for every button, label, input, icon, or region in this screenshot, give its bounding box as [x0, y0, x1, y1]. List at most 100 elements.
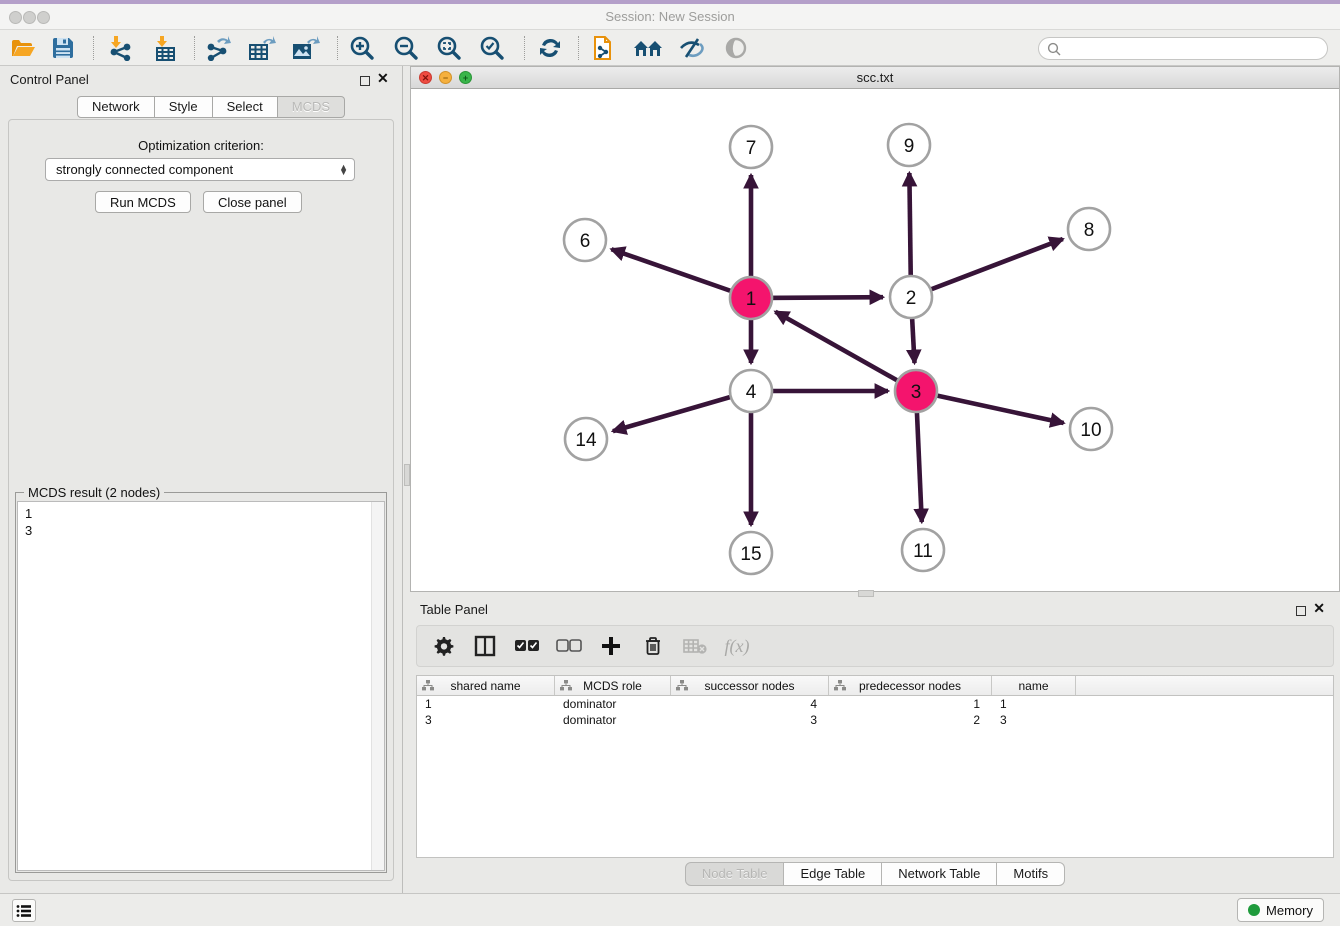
- optimization-criterion-label: Optimization criterion:: [9, 138, 393, 153]
- window-zoom-button[interactable]: [37, 11, 50, 24]
- tab-style[interactable]: Style: [155, 96, 213, 118]
- column-header-name[interactable]: name: [992, 676, 1076, 695]
- column-type-icon: [422, 680, 434, 691]
- cell-mcds-role: dominator: [555, 696, 671, 712]
- network-window-title: scc.txt: [411, 67, 1339, 88]
- tab-edge-table[interactable]: Edge Table: [784, 862, 882, 886]
- close-panel-icon[interactable]: ✕: [377, 73, 389, 83]
- mcds-result-line: 1: [25, 505, 384, 522]
- import-network-icon[interactable]: [103, 33, 137, 63]
- cell-shared-name: 1: [417, 696, 555, 712]
- graph-edge-3-10[interactable]: [916, 391, 1064, 423]
- optimization-criterion-select[interactable]: strongly connected component ▲▼: [45, 158, 355, 181]
- graph-node-3[interactable]: 3: [895, 370, 937, 412]
- tab-mcds[interactable]: MCDS: [278, 96, 345, 118]
- network-minimize-button[interactable]: −: [439, 71, 452, 84]
- deselect-all-columns-icon[interactable]: [555, 633, 583, 659]
- network-graph-canvas[interactable]: 7 9 6 8 1 2 4 3 14 10 15 11: [411, 89, 1339, 591]
- open-session-icon[interactable]: [6, 33, 40, 63]
- table-header-row: shared name MCDS role successor nodes pr…: [417, 676, 1333, 696]
- tab-network[interactable]: Network: [77, 96, 155, 118]
- toolbar-separator: [194, 36, 195, 60]
- toolbar-separator: [578, 36, 579, 60]
- home-networks-icon[interactable]: [631, 33, 665, 63]
- zoom-selected-icon[interactable]: [475, 33, 509, 63]
- column-header-mcds-role[interactable]: MCDS role: [555, 676, 671, 695]
- app-titlebar: Session: New Session: [0, 4, 1340, 30]
- graph-node-9[interactable]: 9: [888, 124, 930, 166]
- memory-status-icon: [1248, 904, 1260, 916]
- zoom-fit-icon[interactable]: [432, 33, 466, 63]
- graph-node-8[interactable]: 8: [1068, 208, 1110, 250]
- column-type-icon: [560, 680, 572, 691]
- network-maximize-button[interactable]: +: [459, 71, 472, 84]
- clone-network-icon[interactable]: [588, 33, 622, 63]
- graph-node-label: 9: [904, 136, 915, 157]
- main-toolbar: [0, 30, 1340, 66]
- graph-node-2[interactable]: 2: [890, 276, 932, 318]
- hide-panel-eye-icon[interactable]: [675, 33, 709, 63]
- result-scrollbar[interactable]: [371, 502, 384, 870]
- search-field[interactable]: [1038, 37, 1328, 60]
- graph-node-1[interactable]: 1: [730, 277, 772, 319]
- export-image-icon[interactable]: [288, 33, 322, 63]
- cell-predecessor-nodes: 1: [829, 696, 992, 712]
- graph-edge-3-1[interactable]: [775, 312, 916, 391]
- export-network-icon[interactable]: [201, 33, 235, 63]
- delete-column-icon[interactable]: [639, 633, 667, 659]
- graph-node-4[interactable]: 4: [730, 370, 772, 412]
- column-header-shared-name[interactable]: shared name: [417, 676, 555, 695]
- graph-node-15[interactable]: 15: [730, 532, 772, 574]
- float-panel-icon[interactable]: [360, 73, 370, 91]
- graph-node-6[interactable]: 6: [564, 219, 606, 261]
- window-close-button[interactable]: [9, 11, 22, 24]
- float-panel-icon[interactable]: [1296, 603, 1306, 621]
- tab-select[interactable]: Select: [213, 96, 278, 118]
- graph-node-10[interactable]: 10: [1070, 408, 1112, 450]
- graph-node-label: 14: [575, 430, 597, 451]
- column-header-predecessor-nodes[interactable]: predecessor nodes: [829, 676, 992, 695]
- network-close-button[interactable]: ✕: [419, 71, 432, 84]
- task-list-icon: [16, 904, 32, 918]
- graph-node-7[interactable]: 7: [730, 126, 772, 168]
- create-column-icon[interactable]: [597, 633, 625, 659]
- mcds-result-textarea[interactable]: 1 3: [17, 501, 385, 871]
- apply-layout-icon[interactable]: [533, 33, 567, 63]
- toolbar-separator: [524, 36, 525, 60]
- split-divider-vertical[interactable]: [402, 66, 410, 893]
- table-panel-title: Table Panel: [420, 602, 488, 617]
- table-row[interactable]: 1 dominator 4 1 1: [417, 696, 1333, 712]
- save-session-icon[interactable]: [46, 33, 80, 63]
- memory-button[interactable]: Memory: [1237, 898, 1324, 922]
- search-input[interactable]: [1061, 42, 1327, 56]
- window-minimize-button[interactable]: [23, 11, 36, 24]
- import-table-icon[interactable]: [148, 33, 182, 63]
- control-panel-tabs: Network Style Select MCDS: [77, 96, 345, 118]
- table-row[interactable]: 3 dominator 3 2 3: [417, 712, 1333, 728]
- run-mcds-button[interactable]: Run MCDS: [95, 191, 191, 213]
- table-settings-gear-icon[interactable]: [429, 633, 457, 659]
- column-header-successor-nodes[interactable]: successor nodes: [671, 676, 829, 695]
- zoom-in-icon[interactable]: [345, 33, 379, 63]
- mcds-result-groupbox: MCDS result (2 nodes) 1 3: [15, 492, 387, 873]
- network-window-titlebar[interactable]: ✕ − + scc.txt: [411, 67, 1339, 89]
- export-table-icon[interactable]: [245, 33, 279, 63]
- search-icon: [1047, 42, 1061, 56]
- zoom-out-icon[interactable]: [389, 33, 423, 63]
- select-all-columns-icon[interactable]: [513, 633, 541, 659]
- close-panel-button[interactable]: Close panel: [203, 191, 302, 213]
- tab-motifs[interactable]: Motifs: [997, 862, 1065, 886]
- close-panel-icon[interactable]: ✕: [1313, 603, 1325, 613]
- graph-node-11[interactable]: 11: [902, 529, 944, 571]
- graph-edge-2-8[interactable]: [911, 239, 1063, 297]
- optimization-criterion-value: strongly connected component: [56, 162, 233, 177]
- select-stepper-icon: ▲▼: [339, 165, 348, 175]
- tab-node-table[interactable]: Node Table: [685, 862, 785, 886]
- divider-drag-handle[interactable]: [858, 590, 874, 597]
- graph-node-label: 15: [740, 544, 761, 565]
- graph-node-14[interactable]: 14: [565, 418, 607, 460]
- show-column-panel-icon[interactable]: [471, 633, 499, 659]
- graph-node-label: 6: [580, 231, 591, 252]
- task-history-button[interactable]: [12, 899, 36, 922]
- tab-network-table[interactable]: Network Table: [882, 862, 997, 886]
